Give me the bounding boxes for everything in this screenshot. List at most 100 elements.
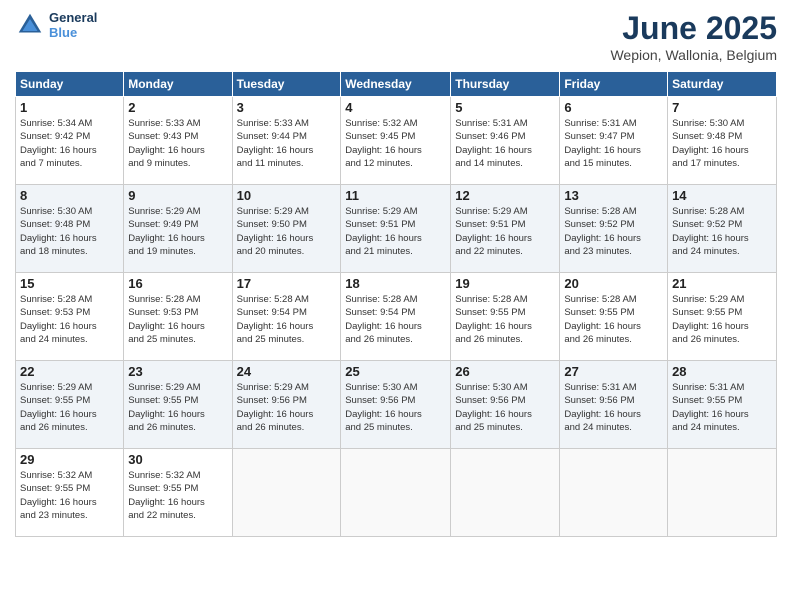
logo-general: General [49, 10, 97, 25]
table-row [560, 449, 668, 537]
day-number: 9 [128, 188, 227, 203]
table-row: 16 Sunrise: 5:28 AM Sunset: 9:53 PM Dayli… [124, 273, 232, 361]
day-number: 1 [20, 100, 119, 115]
title-block: June 2025 Wepion, Wallonia, Belgium [610, 10, 777, 63]
table-row: 1 Sunrise: 5:34 AM Sunset: 9:42 PM Daylig… [16, 97, 124, 185]
day-info: Sunrise: 5:29 AM Sunset: 9:51 PM Dayligh… [345, 205, 446, 258]
logo-icon [15, 10, 45, 40]
table-row: 24Sunrise: 5:29 AM Sunset: 9:56 PM Dayli… [232, 361, 341, 449]
table-row [451, 449, 560, 537]
day-number: 2 [128, 100, 227, 115]
day-number: 5 [455, 100, 555, 115]
table-row: 14 Sunrise: 5:28 AM Sunset: 9:52 PM Dayli… [668, 185, 777, 273]
day-info: Sunrise: 5:29 AM Sunset: 9:51 PM Dayligh… [455, 205, 555, 258]
day-info: Sunrise: 5:30 AM Sunset: 9:48 PM Dayligh… [20, 205, 119, 258]
calendar-week-row: 8 Sunrise: 5:30 AM Sunset: 9:48 PM Daylig… [16, 185, 777, 273]
day-number: 7 [672, 100, 772, 115]
calendar-week-row: 29 Sunrise: 5:32 AM Sunset: 9:55 PM Dayli… [16, 449, 777, 537]
calendar-header-row: Sunday Monday Tuesday Wednesday Thursday… [16, 72, 777, 97]
day-info: Sunrise: 5:28 AM Sunset: 9:54 PM Dayligh… [345, 293, 446, 346]
day-number: 23 [128, 364, 227, 379]
day-number: 11 [345, 188, 446, 203]
day-info: Sunrise: 5:29 AM Sunset: 9:49 PM Dayligh… [128, 205, 227, 258]
table-row: 11 Sunrise: 5:29 AM Sunset: 9:51 PM Dayli… [341, 185, 451, 273]
table-row: 9 Sunrise: 5:29 AM Sunset: 9:49 PM Daylig… [124, 185, 232, 273]
calendar-table: Sunday Monday Tuesday Wednesday Thursday… [15, 71, 777, 537]
day-number: 15 [20, 276, 119, 291]
day-info: Sunrise: 5:29 AM Sunset: 9:55 PM Dayligh… [20, 381, 119, 434]
day-info: Sunrise: 5:31 AM Sunset: 9:56 PM Dayligh… [564, 381, 663, 434]
table-row: 6 Sunrise: 5:31 AM Sunset: 9:47 PM Daylig… [560, 97, 668, 185]
table-row: 8 Sunrise: 5:30 AM Sunset: 9:48 PM Daylig… [16, 185, 124, 273]
day-info: Sunrise: 5:31 AM Sunset: 9:46 PM Dayligh… [455, 117, 555, 170]
col-saturday: Saturday [668, 72, 777, 97]
col-tuesday: Tuesday [232, 72, 341, 97]
day-info: Sunrise: 5:28 AM Sunset: 9:55 PM Dayligh… [455, 293, 555, 346]
day-number: 6 [564, 100, 663, 115]
day-number: 18 [345, 276, 446, 291]
day-number: 14 [672, 188, 772, 203]
day-info: Sunrise: 5:34 AM Sunset: 9:42 PM Dayligh… [20, 117, 119, 170]
day-info: Sunrise: 5:29 AM Sunset: 9:55 PM Dayligh… [128, 381, 227, 434]
day-info: Sunrise: 5:32 AM Sunset: 9:45 PM Dayligh… [345, 117, 446, 170]
col-wednesday: Wednesday [341, 72, 451, 97]
table-row: 7 Sunrise: 5:30 AM Sunset: 9:48 PM Daylig… [668, 97, 777, 185]
month-title: June 2025 [610, 10, 777, 47]
calendar-week-row: 22 Sunrise: 5:29 AM Sunset: 9:55 PM Dayli… [16, 361, 777, 449]
table-row: 2 Sunrise: 5:33 AM Sunset: 9:43 PM Daylig… [124, 97, 232, 185]
day-info: Sunrise: 5:28 AM Sunset: 9:55 PM Dayligh… [564, 293, 663, 346]
calendar-week-row: 15 Sunrise: 5:28 AM Sunset: 9:53 PM Dayli… [16, 273, 777, 361]
table-row: 5 Sunrise: 5:31 AM Sunset: 9:46 PM Daylig… [451, 97, 560, 185]
day-number: 25 [345, 364, 446, 379]
table-row: 3Sunrise: 5:33 AM Sunset: 9:44 PM Daylig… [232, 97, 341, 185]
day-number: 30 [128, 452, 227, 467]
day-info: Sunrise: 5:30 AM Sunset: 9:56 PM Dayligh… [455, 381, 555, 434]
day-info: Sunrise: 5:28 AM Sunset: 9:54 PM Dayligh… [237, 293, 337, 346]
table-row: 19 Sunrise: 5:28 AM Sunset: 9:55 PM Dayli… [451, 273, 560, 361]
day-number: 8 [20, 188, 119, 203]
col-thursday: Thursday [451, 72, 560, 97]
day-info: Sunrise: 5:29 AM Sunset: 9:50 PM Dayligh… [237, 205, 337, 258]
day-number: 3 [237, 100, 337, 115]
day-number: 19 [455, 276, 555, 291]
day-number: 22 [20, 364, 119, 379]
day-info: Sunrise: 5:32 AM Sunset: 9:55 PM Dayligh… [20, 469, 119, 522]
table-row: 26 Sunrise: 5:30 AM Sunset: 9:56 PM Dayli… [451, 361, 560, 449]
table-row: 18 Sunrise: 5:28 AM Sunset: 9:54 PM Dayli… [341, 273, 451, 361]
day-number: 26 [455, 364, 555, 379]
table-row: 15 Sunrise: 5:28 AM Sunset: 9:53 PM Dayli… [16, 273, 124, 361]
page-header: General Blue June 2025 Wepion, Wallonia,… [15, 10, 777, 63]
logo: General Blue [15, 10, 97, 40]
day-info: Sunrise: 5:29 AM Sunset: 9:56 PM Dayligh… [237, 381, 337, 434]
table-row: 23 Sunrise: 5:29 AM Sunset: 9:55 PM Dayli… [124, 361, 232, 449]
day-number: 12 [455, 188, 555, 203]
day-info: Sunrise: 5:30 AM Sunset: 9:48 PM Dayligh… [672, 117, 772, 170]
day-number: 16 [128, 276, 227, 291]
day-info: Sunrise: 5:31 AM Sunset: 9:47 PM Dayligh… [564, 117, 663, 170]
day-info: Sunrise: 5:28 AM Sunset: 9:53 PM Dayligh… [20, 293, 119, 346]
day-info: Sunrise: 5:28 AM Sunset: 9:52 PM Dayligh… [564, 205, 663, 258]
day-info: Sunrise: 5:28 AM Sunset: 9:52 PM Dayligh… [672, 205, 772, 258]
col-friday: Friday [560, 72, 668, 97]
table-row: 20 Sunrise: 5:28 AM Sunset: 9:55 PM Dayli… [560, 273, 668, 361]
day-number: 17 [237, 276, 337, 291]
location: Wepion, Wallonia, Belgium [610, 47, 777, 63]
day-info: Sunrise: 5:33 AM Sunset: 9:43 PM Dayligh… [128, 117, 227, 170]
day-info: Sunrise: 5:28 AM Sunset: 9:53 PM Dayligh… [128, 293, 227, 346]
col-monday: Monday [124, 72, 232, 97]
day-info: Sunrise: 5:29 AM Sunset: 9:55 PM Dayligh… [672, 293, 772, 346]
table-row [232, 449, 341, 537]
table-row: 22 Sunrise: 5:29 AM Sunset: 9:55 PM Dayli… [16, 361, 124, 449]
table-row: 4 Sunrise: 5:32 AM Sunset: 9:45 PM Daylig… [341, 97, 451, 185]
table-row: 25Sunrise: 5:30 AM Sunset: 9:56 PM Dayli… [341, 361, 451, 449]
calendar-week-row: 1 Sunrise: 5:34 AM Sunset: 9:42 PM Daylig… [16, 97, 777, 185]
col-sunday: Sunday [16, 72, 124, 97]
day-number: 13 [564, 188, 663, 203]
table-row: 17 Sunrise: 5:28 AM Sunset: 9:54 PM Dayli… [232, 273, 341, 361]
table-row: 28Sunrise: 5:31 AM Sunset: 9:55 PM Dayli… [668, 361, 777, 449]
day-info: Sunrise: 5:32 AM Sunset: 9:55 PM Dayligh… [128, 469, 227, 522]
day-number: 20 [564, 276, 663, 291]
table-row: 21Sunrise: 5:29 AM Sunset: 9:55 PM Dayli… [668, 273, 777, 361]
day-number: 4 [345, 100, 446, 115]
day-number: 29 [20, 452, 119, 467]
